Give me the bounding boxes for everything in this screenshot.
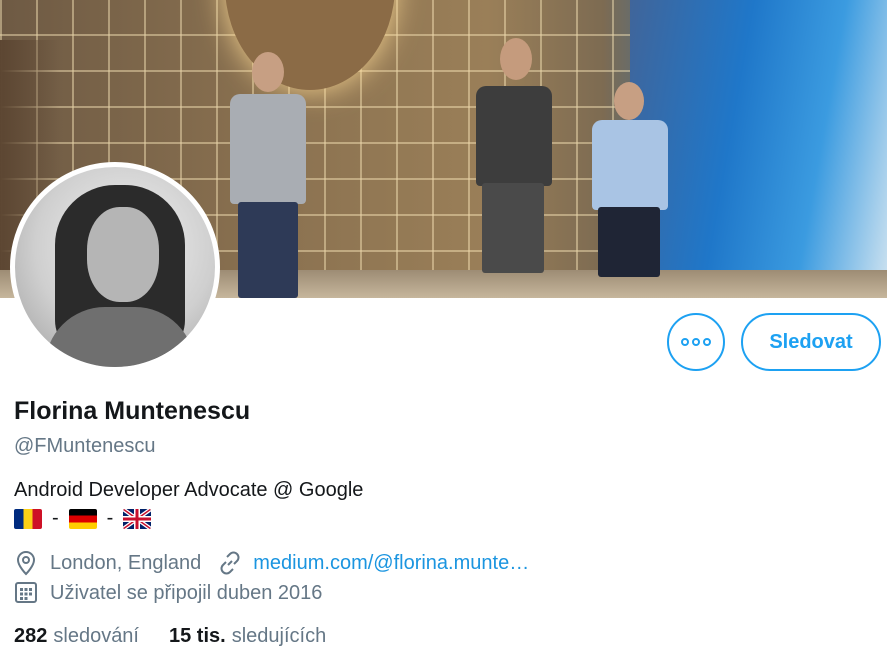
more-horizontal-icon: [681, 338, 711, 346]
banner-person-2: [470, 38, 560, 273]
profile-website-link[interactable]: medium.com/@florina.munte…: [253, 552, 529, 575]
following-count: 282: [14, 625, 48, 647]
romania-flag-icon: [14, 508, 42, 529]
followers-count: 15 tis.: [169, 625, 226, 647]
profile-joined-date: Uživatel se připojil duben 2016: [50, 581, 323, 604]
followers-stat[interactable]: 15 tis. sledujících: [169, 625, 326, 648]
profile-stats: 282 sledování 15 tis. sledujících: [14, 625, 356, 648]
calendar-icon: [14, 580, 40, 606]
followers-label: sledujících: [231, 625, 327, 647]
profile-location: London, England: [50, 551, 202, 574]
location-pin-icon: [14, 550, 40, 576]
flag-separator: -: [52, 507, 59, 529]
flag-separator: -: [106, 507, 114, 529]
profile-meta-row: London, England medium.com/@florina.munt…: [14, 550, 529, 576]
follow-button[interactable]: Sledovat: [741, 313, 881, 371]
profile-avatar[interactable]: [10, 162, 220, 372]
profile-bio: Android Developer Advocate @ Google: [14, 479, 364, 501]
profile-handle: @FMuntenescu: [14, 435, 156, 457]
following-stat[interactable]: 282 sledování: [14, 625, 139, 648]
profile-name: Florina Muntenescu: [14, 397, 251, 425]
uk-flag-icon: [123, 508, 152, 529]
following-label: sledování: [53, 625, 139, 647]
germany-flag-icon: [68, 508, 97, 529]
link-icon: [217, 550, 243, 576]
banner-person-3: [588, 82, 674, 277]
bio-flags: - -: [14, 507, 152, 530]
more-options-button[interactable]: [667, 313, 725, 371]
profile-joined-row: Uživatel se připojil duben 2016: [14, 580, 322, 606]
banner-person-1: [222, 52, 312, 298]
avatar-face: [87, 207, 159, 302]
